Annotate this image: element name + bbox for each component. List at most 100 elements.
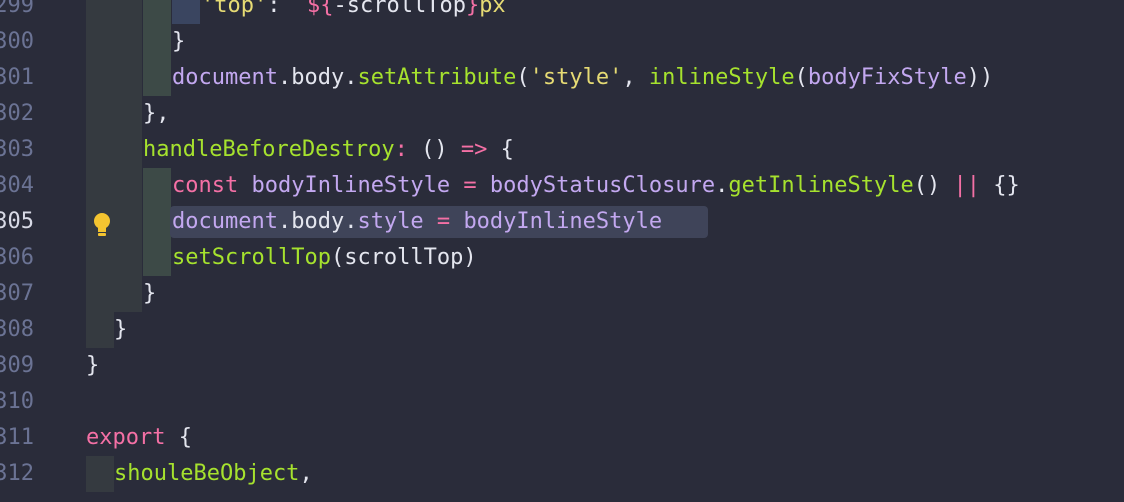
code-line[interactable]: 304 const bodyInlineStyle = bodyStatusClo… (0, 168, 1124, 204)
code-line[interactable]: 301 document.body.setAttribute('style', i… (0, 60, 1124, 96)
indent-guide (143, 204, 171, 240)
indent-guide (86, 24, 114, 60)
code-text: export { (86, 420, 192, 456)
indent-guide (143, 240, 171, 276)
indent-guide (172, 0, 200, 24)
line-number: 300 (0, 29, 34, 54)
code-token: bodyStatusClosure (489, 173, 716, 198)
line-number: 306 (0, 245, 34, 270)
indent-guide (114, 240, 142, 276)
code-token: } (114, 317, 128, 342)
code-text: handleBeforeDestroy: () => { (143, 132, 514, 168)
code-line[interactable]: 311 export { (0, 420, 1124, 456)
indent-guide (86, 60, 114, 96)
code-token: (scrollTop) (330, 245, 477, 270)
line-number: 309 (0, 353, 34, 378)
code-text: document.body.style = bodyInlineStyle (172, 204, 662, 240)
code-text: const bodyInlineStyle = bodyStatusClosur… (172, 168, 1020, 204)
code-token: setAttribute (357, 65, 517, 90)
code-token: export (86, 425, 166, 450)
line-number: 303 (0, 137, 34, 162)
code-token: : (394, 137, 422, 162)
indent-guide (86, 132, 114, 168)
code-line[interactable]: 308} (0, 312, 1124, 348)
code-token: . (277, 209, 292, 234)
code-token: ( (794, 65, 808, 90)
indent-guide (86, 312, 114, 348)
indent-guide (114, 132, 142, 168)
code-token: getInlineStyle (728, 173, 914, 198)
code-text: shouleBeObject, (114, 456, 313, 492)
code-token: bodyInlineStyle (463, 209, 663, 234)
code-text: document.body.setAttribute('style', inli… (172, 60, 993, 96)
code-line[interactable]: 306 setScrollTop(scrollTop) (0, 240, 1124, 276)
indent-guide (114, 60, 142, 96)
code-token: () (421, 137, 461, 162)
indent-guide (86, 168, 114, 204)
code-text: } (143, 276, 156, 312)
code-token: document (172, 209, 278, 234)
code-token: . (277, 65, 292, 90)
code-token: setScrollTop (172, 245, 331, 270)
code-token: . (344, 209, 358, 234)
indent-guide (114, 24, 142, 60)
line-number: 299 (0, 0, 34, 18)
indent-guide (114, 0, 142, 24)
code-token: )) (966, 65, 994, 90)
code-text: } (172, 24, 185, 60)
code-token: ${ (306, 0, 334, 18)
code-token: bodyInlineStyle (251, 173, 451, 198)
code-text: setScrollTop(scrollTop) (172, 240, 477, 276)
code-token: body (291, 209, 345, 234)
code-token: handleBeforeDestroy (143, 137, 395, 162)
line-number: 302 (0, 101, 34, 126)
code-token: : (267, 0, 294, 18)
indent-guide (143, 24, 171, 60)
code-line[interactable]: 303 handleBeforeDestroy: () => { (0, 132, 1124, 168)
code-token: const (172, 173, 252, 198)
code-token: = (450, 173, 490, 198)
code-token: || (953, 173, 981, 198)
code-token: 'style' (529, 65, 623, 90)
code-text: 'top': `${-scrollTop}px` (201, 0, 519, 24)
code-token: body (291, 65, 345, 90)
code-token: { (165, 425, 192, 450)
line-number: 308 (0, 317, 34, 342)
line-number: 310 (0, 389, 34, 414)
code-token: document (172, 65, 278, 90)
code-line[interactable]: 307} (0, 276, 1124, 312)
code-token: {} (980, 173, 1020, 198)
code-line[interactable]: 310 (0, 384, 1124, 420)
indent-guide (86, 276, 114, 312)
code-token: . (715, 173, 729, 198)
indent-guide (114, 168, 142, 204)
line-number: 304 (0, 173, 34, 198)
lightbulb-icon[interactable] (91, 212, 113, 238)
code-text: } (86, 348, 99, 384)
code-token: px` (479, 0, 519, 18)
code-token: => (460, 137, 488, 162)
code-editor[interactable]: 299'top': `${-scrollTop}px` 300} 301 docume… (0, 0, 1124, 502)
indent-guide (143, 0, 171, 24)
code-token: } (172, 29, 186, 54)
code-line[interactable]: 302}, (0, 96, 1124, 132)
indent-guide (86, 456, 114, 492)
line-number: 312 (0, 461, 34, 486)
indent-guide (143, 168, 171, 204)
code-line[interactable]: 299 'top': `${-scrollTop}px` (0, 0, 1124, 24)
indent-guide (114, 96, 142, 132)
code-token: ( (516, 65, 530, 90)
code-token: bodyFixStyle (807, 65, 967, 90)
code-token: () (913, 173, 954, 198)
code-token: } (143, 281, 157, 306)
line-number: 301 (0, 65, 34, 90)
code-line[interactable]: 312 shouleBeObject, (0, 456, 1124, 492)
code-line[interactable]: 309} (0, 348, 1124, 384)
code-token: { (487, 137, 514, 162)
line-number: 311 (0, 425, 34, 450)
code-line[interactable]: 300} (0, 24, 1124, 60)
code-text: }, (143, 96, 170, 132)
indent-guide (86, 96, 114, 132)
code-token: = (423, 209, 464, 234)
code-line[interactable]: 305 document.body.style = bodyInlineStyle (0, 204, 1124, 240)
